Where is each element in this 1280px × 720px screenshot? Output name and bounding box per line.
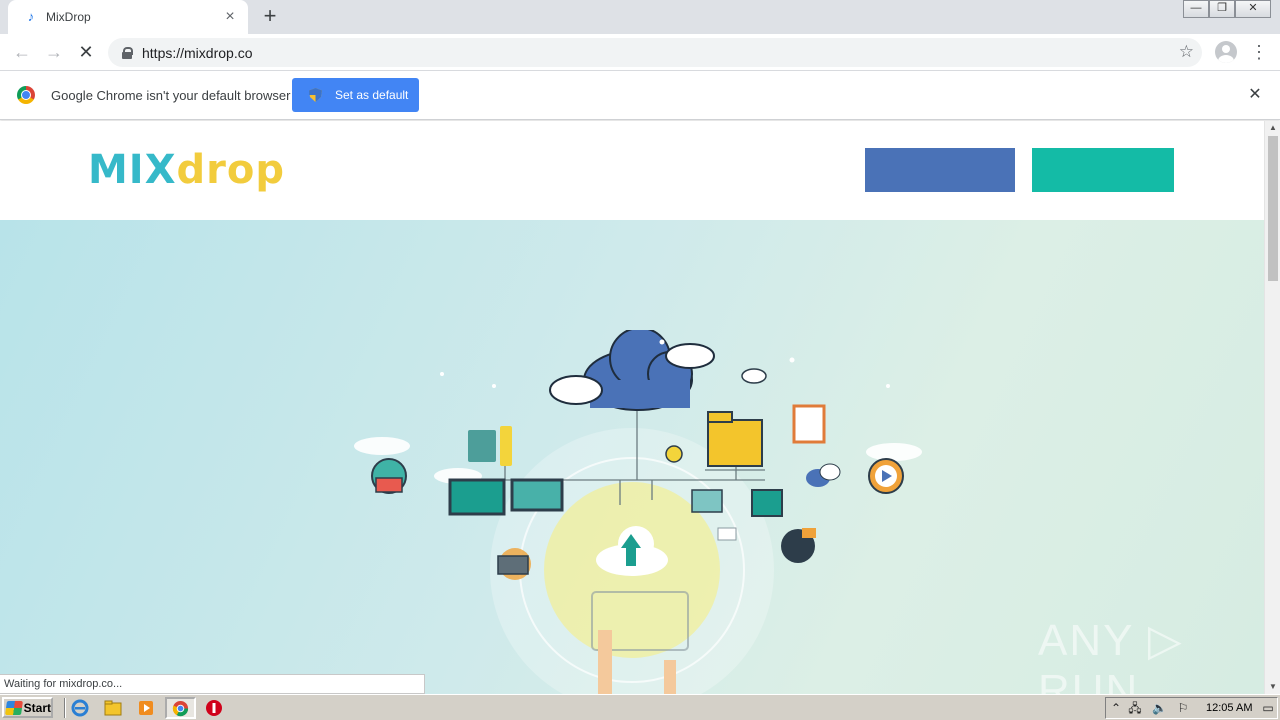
tab-strip: ♪ MixDrop × + — ❐ ✕: [0, 0, 1280, 34]
show-desktop-icon[interactable]: ▭: [1261, 701, 1275, 715]
address-bar[interactable]: https://mixdrop.co ☆: [108, 38, 1202, 67]
lock-icon[interactable]: [122, 46, 133, 59]
start-button[interactable]: Start: [2, 697, 53, 718]
stop-loading-button[interactable]: ✕: [74, 40, 98, 64]
loading-status-bubble: Waiting for mixdrop.co...: [0, 674, 425, 694]
infobar-message: Google Chrome isn't your default browser: [51, 88, 291, 103]
laptop-icon: [510, 478, 564, 512]
tray-expand-icon[interactable]: ⌃: [1109, 701, 1123, 715]
chrome-menu-icon[interactable]: ⋮: [1250, 40, 1268, 64]
tab-title: MixDrop: [46, 10, 91, 24]
set-as-default-label: Set as default: [335, 88, 409, 102]
small-cloud: [354, 437, 410, 455]
infobar-close-icon[interactable]: ✕: [1247, 87, 1263, 103]
file-card-icon: [691, 489, 723, 513]
bookmark-star-icon[interactable]: ☆: [1179, 42, 1194, 62]
file-explorer-icon[interactable]: [104, 699, 122, 717]
right-hand-icon: [664, 660, 676, 694]
address-bar-url[interactable]: https://mixdrop.co: [142, 45, 253, 61]
forward-button[interactable]: →: [42, 40, 66, 64]
small-cloud: [866, 443, 922, 461]
mixdrop-logo[interactable]: MIXdrop: [88, 147, 285, 193]
browser-toolbar: ← → ✕ https://mixdrop.co ☆ ⋮: [0, 34, 1280, 71]
monitor-icon: [448, 478, 506, 516]
windows-flag-icon: [5, 700, 23, 715]
chrome-logo-icon: [17, 86, 35, 104]
clipboard-icon: [792, 404, 826, 444]
scrollbar-thumb[interactable]: [1268, 136, 1278, 281]
site-header: MIXdrop: [0, 121, 1264, 220]
system-tray: ⌃ 🖧 🔈 ⚐ 12:05 AM ▭: [1105, 697, 1278, 719]
taskbar-clock[interactable]: 12:05 AM: [1206, 702, 1252, 714]
default-browser-infobar: Google Chrome isn't your default browser…: [0, 71, 1280, 120]
chrome-taskbar-button[interactable]: [165, 697, 196, 719]
chrome-taskbar-icon: [172, 700, 189, 717]
back-button[interactable]: ←: [10, 40, 34, 64]
start-label: Start: [23, 700, 51, 715]
restore-button[interactable]: ❐: [1209, 0, 1235, 18]
minimize-button[interactable]: —: [1183, 0, 1209, 18]
windows-taskbar: Start ⌃ 🖧 🔈 ⚐ 12:05 AM ▭: [0, 694, 1280, 720]
volume-icon[interactable]: 🔈: [1152, 701, 1167, 715]
stop-sign-app-icon[interactable]: [205, 699, 223, 717]
profile-avatar-icon[interactable]: [1215, 41, 1237, 63]
teal-folder-icon: [751, 489, 783, 517]
anyrun-watermark: ANY ▷ RUN: [1038, 616, 1184, 694]
main-cloud-icon: [549, 330, 715, 411]
scroll-down-arrow-icon[interactable]: ▼: [1265, 680, 1280, 694]
shield-icon: [309, 88, 322, 102]
tab-close-icon[interactable]: ×: [222, 9, 238, 25]
logo-mix-text: MIX: [88, 147, 177, 193]
header-button-secondary[interactable]: [1032, 148, 1174, 192]
server-icon: [468, 426, 512, 466]
tab-mixdrop[interactable]: ♪ MixDrop ×: [8, 0, 248, 34]
cloud-upload-illustration: [354, 330, 922, 694]
media-player-icon[interactable]: [137, 699, 155, 717]
folder-icon: [707, 411, 763, 467]
page-scrollbar[interactable]: ▲ ▼: [1264, 121, 1280, 694]
network-icon[interactable]: 🖧: [1128, 701, 1142, 715]
left-hand-icon: [598, 630, 612, 694]
close-window-button[interactable]: ✕: [1235, 0, 1271, 18]
padlock-icon: [665, 445, 683, 463]
page-viewport: MIXdrop ANY ▷ RUN: [0, 121, 1264, 694]
header-button-primary[interactable]: [865, 148, 1015, 192]
taskbar-separator: [64, 698, 66, 718]
set-as-default-button[interactable]: Set as default: [292, 78, 419, 112]
action-center-flag-icon[interactable]: ⚐: [1176, 701, 1190, 715]
download-cloud-icon: [741, 368, 767, 384]
logo-drop-text: drop: [176, 147, 286, 193]
envelope-icon: [717, 527, 737, 541]
internet-explorer-icon[interactable]: [71, 699, 89, 717]
mixdrop-favicon-icon: ♪: [27, 9, 35, 24]
new-tab-button[interactable]: +: [258, 5, 282, 29]
scroll-up-arrow-icon[interactable]: ▲: [1265, 121, 1280, 135]
